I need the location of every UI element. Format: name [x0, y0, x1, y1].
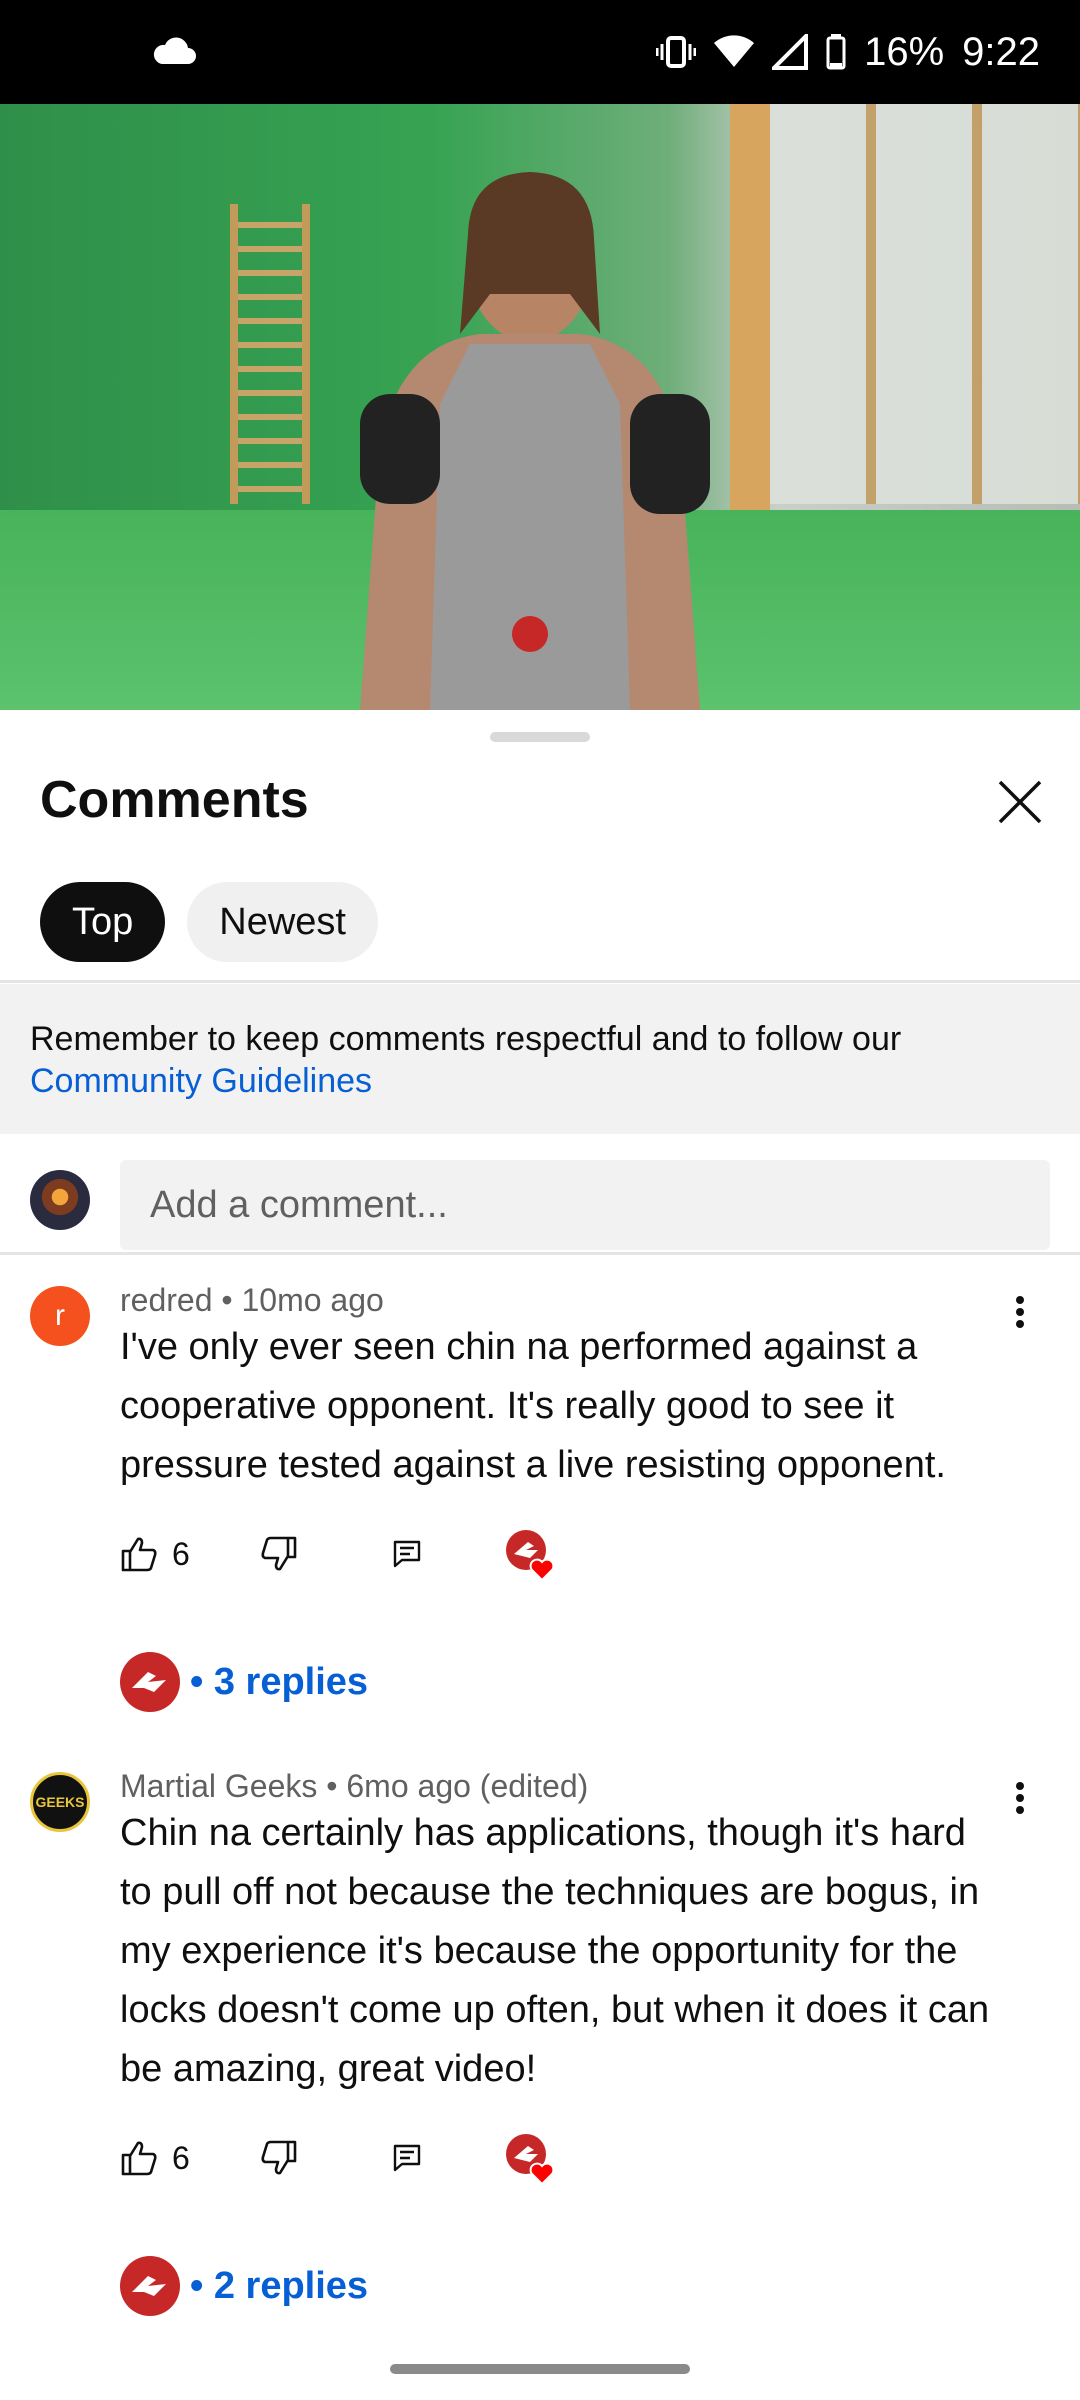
battery-percent: 16%	[864, 29, 945, 74]
like-button[interactable]: 6	[120, 2128, 190, 2188]
cloud-icon	[153, 37, 196, 64]
video-player[interactable]	[0, 104, 1080, 710]
like-count: 6	[172, 2139, 190, 2176]
chip-newest[interactable]: Newest	[187, 882, 378, 962]
comment-item: r redred • 10mo ago I've only ever seen …	[0, 1282, 1080, 1782]
thumbs-up-icon	[121, 2141, 157, 2176]
close-button[interactable]	[990, 772, 1050, 832]
video-background-wallbars	[230, 204, 310, 504]
video-person	[360, 172, 710, 710]
comment-text: Chin na certainly has applications, thou…	[120, 1812, 990, 2090]
view-replies-button[interactable]: • 2 replies	[120, 2254, 368, 2318]
dragon-logo-icon	[132, 1672, 166, 1692]
reply-icon	[393, 2144, 421, 2172]
panel-title: Comments	[40, 771, 309, 829]
replies-count: • 2 replies	[190, 2264, 369, 2307]
reply-icon	[393, 1540, 421, 1568]
battery-icon	[826, 34, 846, 70]
like-button[interactable]: 6	[120, 1524, 190, 1584]
thumbs-down-icon	[261, 2140, 297, 2175]
dislike-button[interactable]	[260, 2128, 298, 2188]
avatar[interactable]	[30, 1170, 90, 1230]
replies-count: • 3 replies	[190, 1660, 369, 1703]
creator-avatar	[120, 1652, 180, 1712]
guidelines-notice: Remember to keep comments respectful and…	[0, 984, 1080, 1134]
creator-heart-icon	[506, 1530, 555, 1582]
status-bar: 16% 9:22	[0, 0, 1080, 104]
clock: 9:22	[962, 29, 1040, 74]
creator-avatar	[120, 2256, 180, 2316]
creator-heart-icon	[506, 2134, 555, 2186]
comment-text: I've only ever seen chin na performed ag…	[120, 1326, 946, 1486]
community-guidelines-link[interactable]: Community Guidelines	[30, 1060, 1050, 1102]
comment-meta: Martial Geeks • 6mo ago (edited)	[120, 1768, 589, 1804]
vibrate-icon	[656, 36, 697, 68]
comment-actions: 6	[120, 2128, 1020, 2188]
reply-button[interactable]	[392, 1524, 422, 1584]
close-icon	[998, 780, 1042, 824]
reply-button[interactable]	[392, 2128, 422, 2188]
like-count: 6	[172, 1535, 190, 1572]
add-comment-input[interactable]: Add a comment...	[120, 1160, 1050, 1250]
divider	[0, 980, 1080, 983]
add-comment-row: Add a comment...	[0, 1148, 1080, 1258]
more-vert-icon	[1016, 1782, 1024, 1814]
comment-actions: 6	[120, 1524, 1020, 1584]
thumbs-up-icon	[121, 1537, 157, 1572]
comment-item: GEEKS Martial Geeks • 6mo ago (edited) C…	[0, 1768, 1080, 2368]
home-indicator[interactable]	[390, 2364, 690, 2374]
dislike-button[interactable]	[260, 1524, 298, 1584]
signal-icon	[772, 34, 809, 70]
divider	[0, 1252, 1080, 1255]
dragon-logo-icon	[132, 2276, 166, 2296]
chip-top[interactable]: Top	[40, 882, 166, 962]
drag-handle[interactable]	[490, 732, 590, 742]
more-vert-icon	[1016, 1296, 1024, 1328]
notice-text: Remember to keep comments respectful and…	[30, 1020, 902, 1058]
comments-panel: Comments Top Newest Remember to keep com…	[0, 712, 1080, 2400]
comment-author-avatar[interactable]: r	[30, 1286, 90, 1346]
video-background-windows	[770, 104, 1080, 504]
comment-meta: redred • 10mo ago	[120, 1282, 384, 1318]
comment-author-avatar[interactable]: GEEKS	[30, 1772, 90, 1832]
comment-more-button[interactable]	[1000, 1768, 1040, 1828]
sort-chips: Top Newest	[40, 882, 378, 962]
comment-more-button[interactable]	[1000, 1282, 1040, 1342]
thumbs-down-icon	[261, 1536, 297, 1571]
view-replies-button[interactable]: • 3 replies	[120, 1650, 368, 1714]
wifi-icon	[714, 35, 755, 67]
